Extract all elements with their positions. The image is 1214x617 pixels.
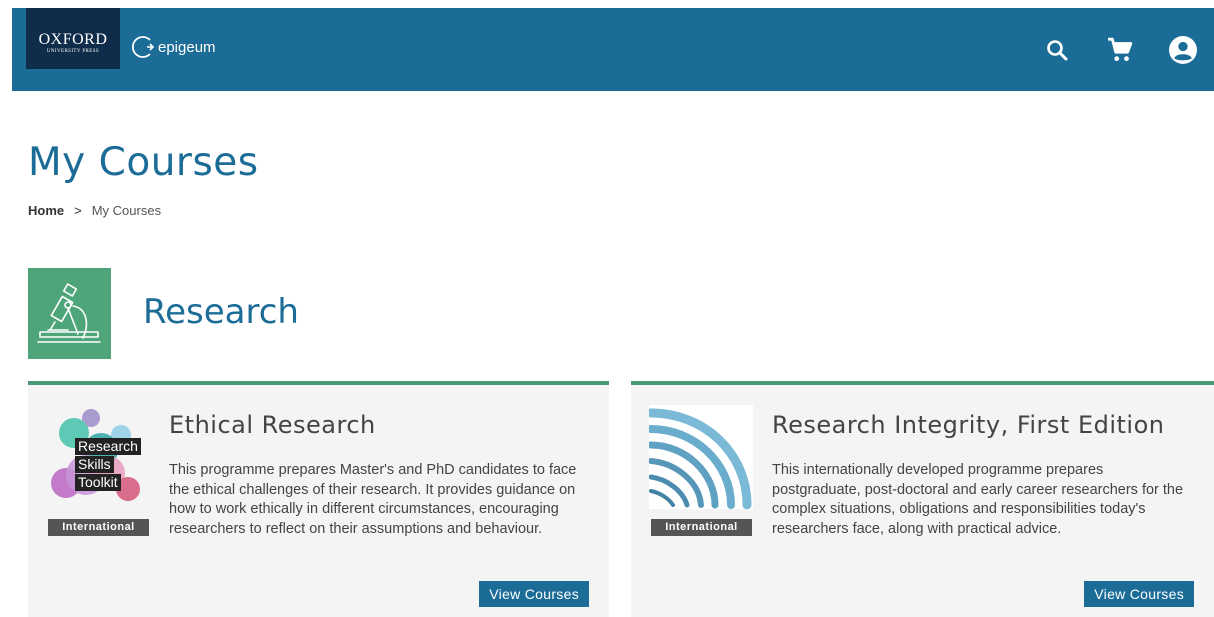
course-title[interactable]: Ethical Research — [169, 411, 376, 439]
research-integrity-thumbnail[interactable] — [646, 405, 753, 510]
view-courses-button[interactable]: View Courses — [1084, 581, 1194, 607]
thumbnail-label-line: Research — [75, 438, 141, 455]
breadcrumb: Home > My Courses — [28, 203, 161, 218]
course-card-research-integrity: International Research Integrity, First … — [631, 381, 1214, 617]
international-badge: International — [651, 519, 752, 536]
search-icon[interactable] — [1043, 36, 1071, 64]
thumbnail-label: Research Skills Toolkit — [75, 438, 141, 492]
research-skills-toolkit-thumbnail[interactable]: Research Skills Toolkit — [46, 405, 150, 509]
cart-icon[interactable] — [1106, 36, 1134, 64]
top-navigation-bar: OXFORD UNIVERSITY PRESS epigeum — [12, 8, 1214, 91]
breadcrumb-current: My Courses — [91, 203, 162, 218]
course-description: This internationally developed programme… — [772, 462, 1184, 537]
oup-logo-subtext: UNIVERSITY PRESS — [46, 49, 100, 54]
thumbnail-label-line: Skills — [75, 456, 114, 473]
course-description: This programme prepares Master's and PhD… — [169, 462, 577, 537]
epigeum-logo-icon — [131, 36, 155, 58]
international-badge: International — [48, 519, 149, 536]
course-card-ethical-research: Research Skills Toolkit International Et… — [28, 381, 609, 617]
epigeum-logo[interactable]: epigeum — [130, 34, 216, 60]
category-title: Research — [143, 292, 299, 332]
course-title[interactable]: Research Integrity, First Edition — [772, 411, 1165, 439]
view-courses-button[interactable]: View Courses — [479, 581, 589, 607]
breadcrumb-separator: > — [74, 203, 82, 218]
breadcrumb-home-link[interactable]: Home — [28, 203, 64, 218]
page-title: My Courses — [28, 140, 259, 185]
oup-logo-text: OXFORD — [38, 31, 108, 48]
account-icon[interactable] — [1169, 36, 1197, 64]
oxford-university-press-logo[interactable]: OXFORD UNIVERSITY PRESS — [26, 8, 120, 69]
microscope-icon — [28, 268, 111, 359]
brand-name: epigeum — [158, 38, 216, 56]
thumbnail-label-line: Toolkit — [75, 474, 121, 491]
